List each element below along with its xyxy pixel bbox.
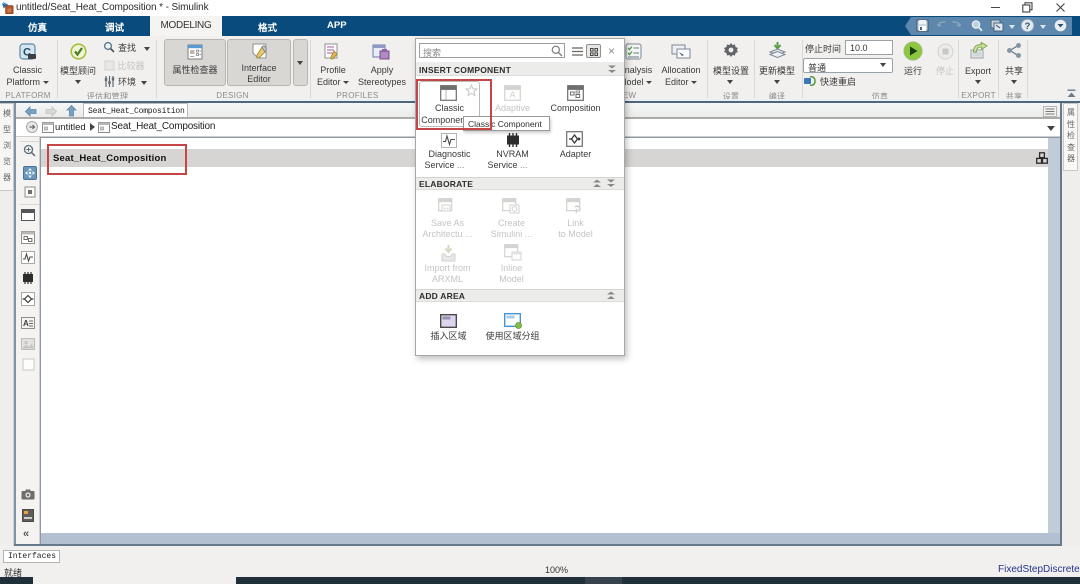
svg-text:A: A <box>23 319 29 328</box>
svg-text:++: ++ <box>443 207 449 213</box>
svg-text:A: A <box>510 91 516 100</box>
svg-text:?: ? <box>1025 21 1031 32</box>
